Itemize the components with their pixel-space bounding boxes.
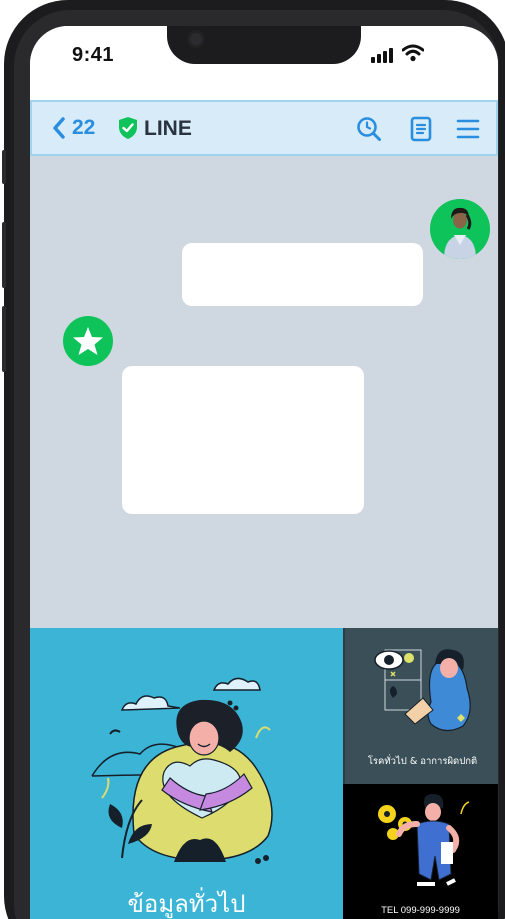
phone-screen: 9:41 22 LINE ข้อมูลทั่วไป โรคทั่วไป & อา…: [30, 26, 498, 919]
rich-menu-general-info[interactable]: ข้อมูลทั่วไป: [30, 628, 343, 919]
incoming-message-bubble[interactable]: [122, 366, 364, 514]
star-icon: [73, 327, 103, 355]
rich-menu-contact[interactable]: TEL 099-999-9999: [343, 784, 498, 919]
rich-menu-diseases[interactable]: โรคทั่วไป & อาการผิดปกติ: [343, 628, 498, 784]
outgoing-message-bubble[interactable]: [182, 243, 423, 306]
silent-switch: [2, 150, 6, 184]
volume-up-button: [2, 222, 6, 288]
notes-icon[interactable]: [408, 116, 434, 142]
search-icon[interactable]: [356, 116, 382, 142]
back-button[interactable]: 22: [52, 116, 95, 140]
person-icon: [430, 199, 490, 259]
signal-icon: [371, 48, 393, 63]
volume-down-button: [2, 306, 6, 372]
rich-menu-diseases-label: โรคทั่วไป & อาการผิดปกติ: [367, 756, 478, 767]
wifi-icon: [402, 44, 424, 62]
rich-menu-general-info-label: ข้อมูลทั่วไป: [127, 890, 246, 918]
chat-header: 22 LINE: [30, 100, 498, 156]
shield-check-icon: [119, 117, 137, 139]
status-bar: 9:41: [30, 26, 498, 100]
rich-menu-contact-label: TEL 099-999-9999: [381, 905, 460, 916]
chevron-left-icon: [53, 117, 65, 139]
chat-area: [30, 156, 498, 628]
user-avatar[interactable]: [430, 199, 490, 259]
status-time: 9:41: [72, 44, 115, 66]
menu-icon[interactable]: [455, 116, 481, 142]
notch: [167, 26, 361, 64]
chat-title: LINE: [144, 117, 192, 140]
hug-illustration: [91, 677, 273, 864]
official-account-avatar[interactable]: [63, 316, 113, 366]
camera-icon: [187, 30, 205, 48]
unread-count: 22: [72, 116, 96, 139]
worker-illustration: [378, 794, 470, 886]
doctor-illustration: [374, 649, 471, 732]
rich-menu: ข้อมูลทั่วไป โรคทั่วไป & อาการผิดปกติ TE…: [30, 628, 498, 919]
